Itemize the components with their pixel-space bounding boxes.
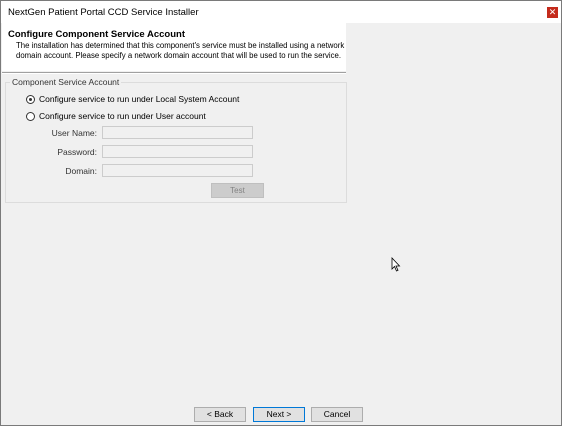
title-bar[interactable]: NextGen Patient Portal CCD Service Insta… — [1, 1, 561, 23]
window-title: NextGen Patient Portal CCD Service Insta… — [8, 7, 199, 18]
header-banner: Configure Component Service Account The … — [2, 23, 346, 71]
installer-window: NextGen Patient Portal CCD Service Insta… — [0, 0, 562, 426]
user-name-input[interactable] — [102, 126, 253, 139]
test-button[interactable]: Test — [211, 183, 264, 198]
radio-label-user-account[interactable]: Configure service to run under User acco… — [39, 111, 206, 121]
next-button[interactable]: Next > — [253, 407, 305, 422]
password-input[interactable] — [102, 145, 253, 158]
banner-divider — [2, 72, 346, 74]
mouse-cursor-icon — [391, 257, 401, 272]
close-button[interactable]: ✕ — [547, 7, 558, 18]
cancel-button[interactable]: Cancel — [311, 407, 363, 422]
domain-label: Domain: — [65, 166, 97, 176]
back-button[interactable]: < Back — [194, 407, 246, 422]
group-legend: Component Service Account — [10, 77, 122, 87]
page-title: Configure Component Service Account — [8, 29, 185, 40]
radio-local-system[interactable]: Configure service to run under Local Sys… — [26, 93, 239, 105]
password-label: Password: — [57, 147, 97, 157]
radio-label-local-system[interactable]: Configure service to run under Local Sys… — [39, 94, 239, 104]
user-name-label: User Name: — [51, 128, 97, 138]
radio-button-unselected[interactable] — [26, 111, 35, 121]
radio-button-selected[interactable] — [26, 94, 35, 104]
page-description: The installation has determined that thi… — [16, 41, 345, 60]
radio-user-account[interactable]: Configure service to run under User acco… — [26, 110, 206, 122]
service-account-group: Component Service Account Configure serv… — [5, 77, 347, 203]
domain-input[interactable] — [102, 164, 253, 177]
close-icon: ✕ — [548, 7, 557, 17]
